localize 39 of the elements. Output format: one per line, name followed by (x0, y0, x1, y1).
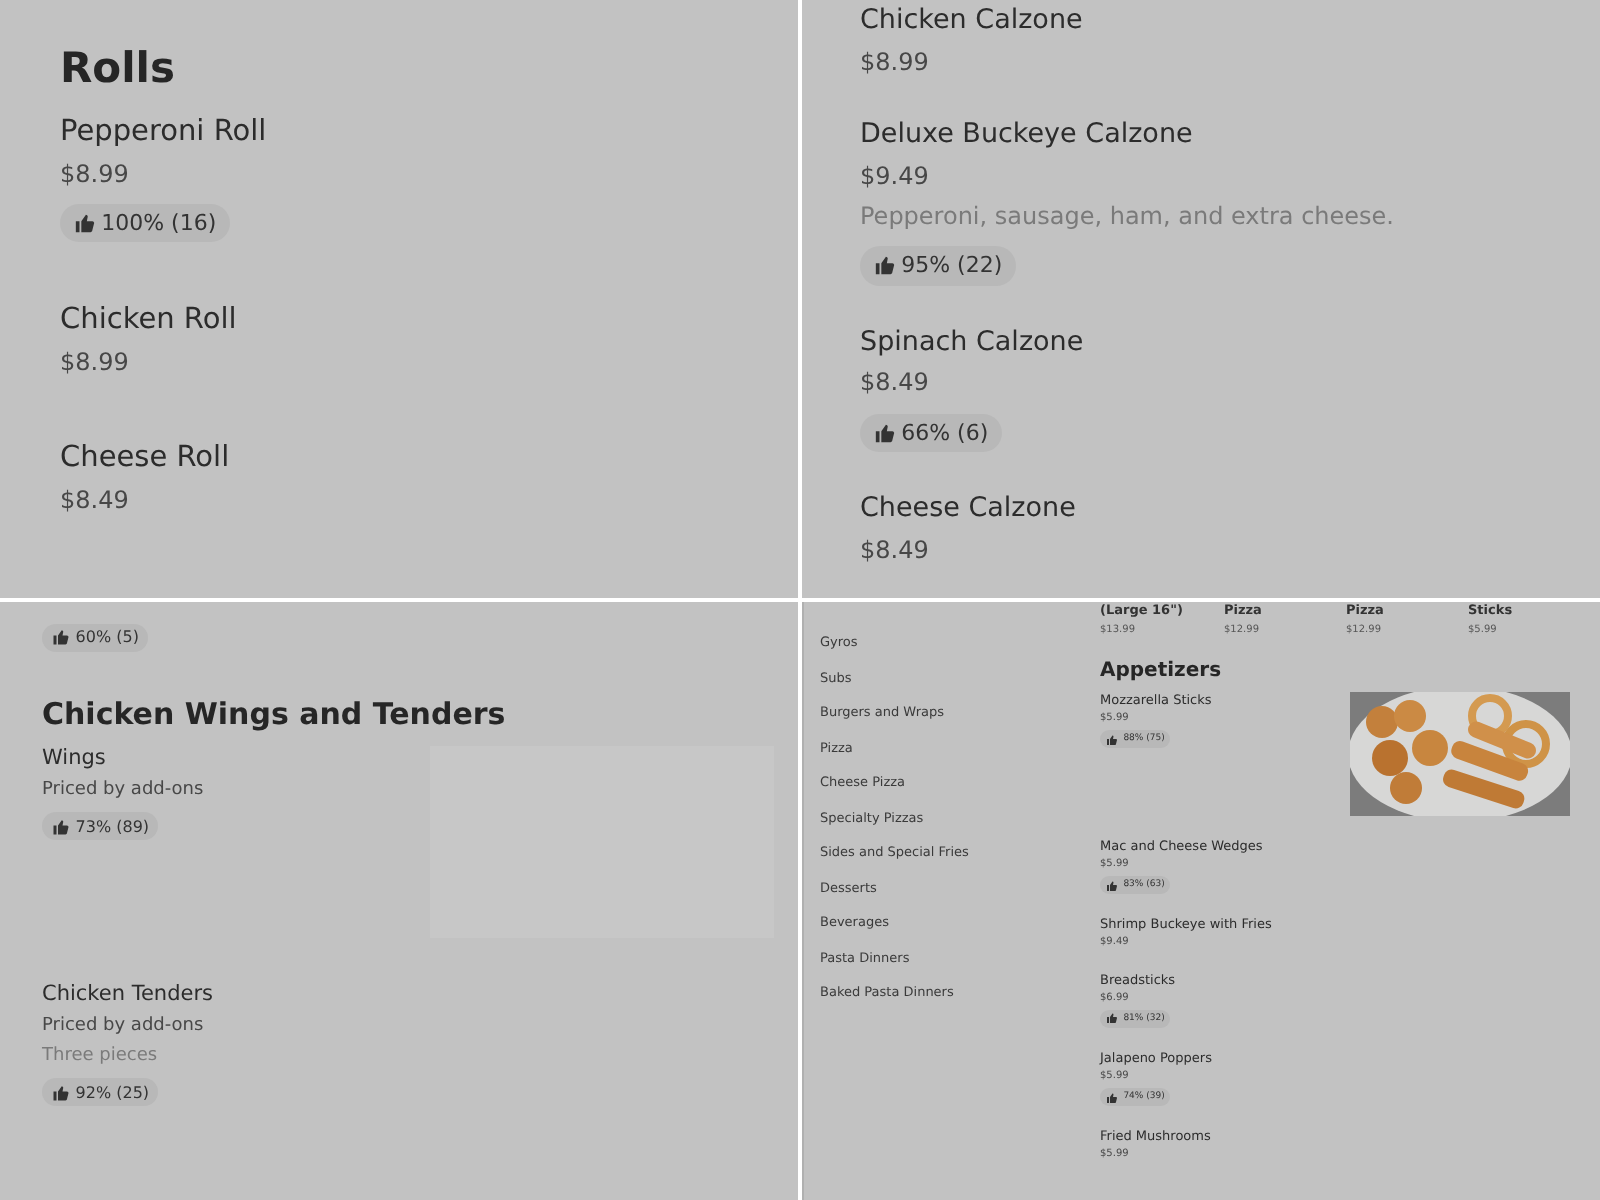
item-price: Priced by add-ons (42, 1015, 204, 1040)
item-price: $8.99 (60, 159, 129, 191)
item-name[interactable]: Cheese Calzone (860, 492, 1076, 528)
thumbs-up-icon (1105, 1012, 1118, 1025)
item-name[interactable]: Cheese Roll (60, 439, 230, 478)
rating-text: 66% (6) (901, 419, 989, 446)
thumbs-up-icon (1105, 879, 1118, 892)
item-price: $8.99 (60, 348, 129, 380)
item-name[interactable]: Spinach Calzone (860, 325, 1084, 361)
thumbs-up-icon (73, 212, 96, 235)
item-price: $9.49 (860, 162, 929, 194)
item-description: Three pieces (42, 1045, 158, 1069)
rating-text: 100% (16) (101, 210, 217, 237)
rating-text: 73% (89) (75, 817, 150, 836)
item-name[interactable]: Chicken Tenders (42, 982, 213, 1010)
item-price: $8.49 (60, 485, 129, 518)
item-price: $8.49 (860, 368, 929, 400)
thumbs-up-icon (873, 421, 896, 444)
item-price: $8.49 (860, 535, 929, 567)
item-name[interactable]: Pepperoni Roll (60, 113, 267, 151)
thumbs-up-icon (51, 817, 70, 836)
item-name[interactable]: Chicken Roll (60, 302, 237, 341)
item-description: Pepperoni, sausage, ham, and extra cheese. (860, 201, 1394, 233)
thumbs-up-icon (51, 628, 70, 647)
thumbs-up-icon (873, 254, 896, 277)
thumbs-up-icon (1105, 1091, 1118, 1104)
rating-text: 92% (25) (75, 1083, 150, 1102)
section-heading: Chicken Wings and Tenders (42, 695, 508, 732)
item-name[interactable]: Deluxe Buckeye Calzone (860, 118, 1193, 154)
thumbs-up-icon (51, 1083, 70, 1102)
item-name[interactable]: Wings (42, 746, 106, 774)
item-price: Priced by add-ons (42, 779, 204, 804)
rating-text: 95% (22) (901, 252, 1003, 279)
section-heading: Appetizers (1100, 660, 1224, 682)
thumbs-up-icon (1105, 733, 1118, 746)
section-heading: Rolls (60, 44, 177, 92)
rating-text: 60% (5) (75, 628, 139, 647)
item-name[interactable]: Chicken Calzone (860, 4, 1083, 40)
item-price: $8.99 (860, 47, 929, 79)
